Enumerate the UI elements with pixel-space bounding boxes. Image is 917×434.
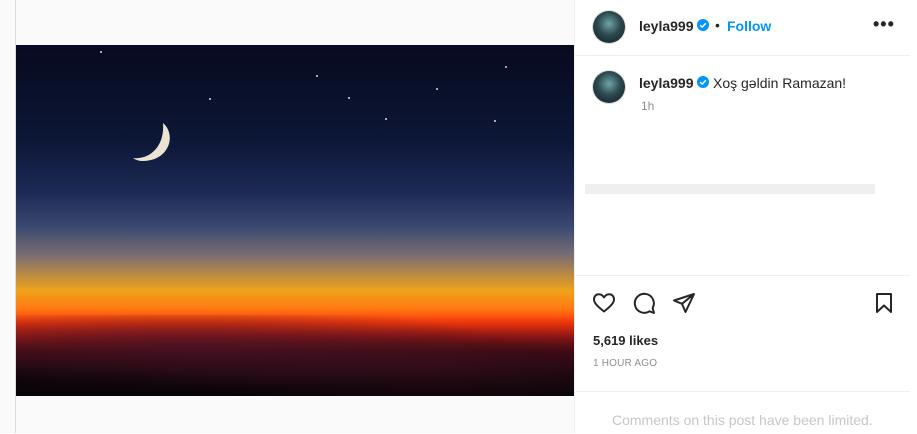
- username[interactable]: leyla999: [639, 18, 694, 34]
- star: [316, 75, 318, 77]
- verified-badge-icon: [697, 76, 709, 88]
- action-bar: [575, 275, 910, 276]
- avatar[interactable]: [593, 11, 625, 43]
- star: [348, 97, 350, 99]
- caption-time[interactable]: 1h: [641, 99, 654, 113]
- star: [436, 88, 438, 90]
- media-pane: [0, 0, 574, 433]
- verified-badge-icon: [697, 19, 709, 31]
- follow-button[interactable]: Follow: [727, 18, 771, 34]
- post-header: leyla999 • Follow •••: [575, 0, 910, 56]
- more-options-icon[interactable]: •••: [873, 14, 895, 35]
- bookmark-icon[interactable]: [872, 291, 896, 315]
- separator-dot: •: [715, 17, 720, 33]
- caption-avatar[interactable]: [593, 71, 625, 103]
- caption-text: Xoş gəldin Ramazan!: [713, 75, 847, 91]
- star: [494, 120, 496, 122]
- cloud-layer: [16, 315, 574, 396]
- paper-plane-icon[interactable]: [672, 291, 696, 315]
- details-pane: leyla999 • Follow ••• leyla999 Xoş gəldi…: [574, 0, 917, 433]
- heart-icon[interactable]: [592, 291, 616, 315]
- content-placeholder: [585, 184, 875, 194]
- caption-username[interactable]: leyla999: [639, 75, 694, 91]
- comments-limited-notice: Comments on this post have been limited.: [612, 412, 873, 428]
- post-image[interactable]: [16, 45, 574, 396]
- comments-section: Comments on this post have been limited.: [575, 391, 910, 434]
- crescent-moon: [133, 123, 170, 161]
- star: [209, 98, 211, 100]
- posted-time[interactable]: 1 HOUR AGO: [593, 358, 657, 369]
- likes-count[interactable]: 5,619 likes: [593, 333, 658, 348]
- star: [505, 66, 507, 68]
- star: [100, 51, 102, 53]
- star: [385, 118, 387, 120]
- comment-icon[interactable]: [632, 291, 656, 315]
